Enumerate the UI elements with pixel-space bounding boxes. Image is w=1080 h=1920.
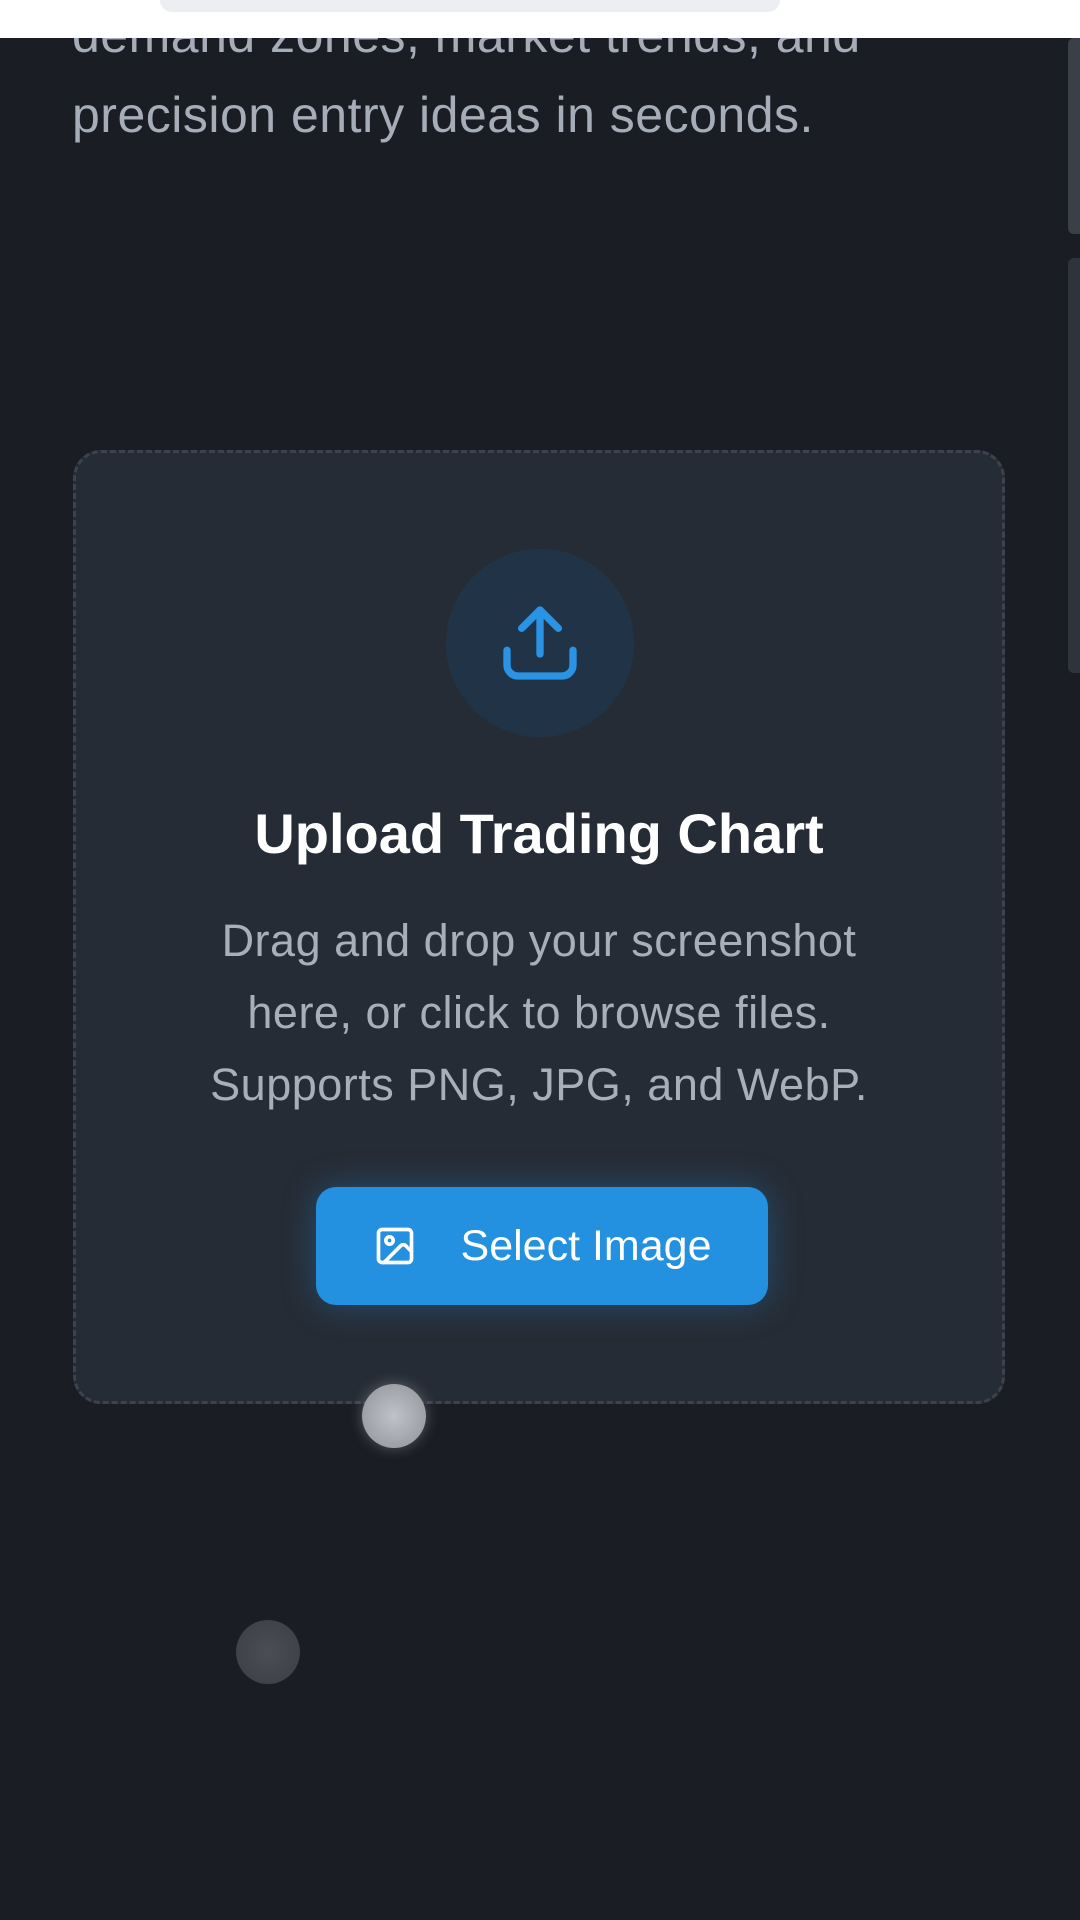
upload-title: Upload Trading Chart: [254, 802, 824, 865]
upload-description-line: Drag and drop your screenshot: [221, 915, 857, 966]
upload-icon: [446, 549, 634, 737]
touch-indicator: [362, 1384, 426, 1448]
touch-indicator-faded: [236, 1620, 300, 1684]
browser-top-bar: [0, 0, 1080, 38]
address-bar-edge: [160, 0, 780, 12]
select-image-button[interactable]: Select Image: [316, 1187, 768, 1305]
image-icon: [376, 1227, 413, 1265]
upload-dropzone[interactable]: Upload Trading Chart Drag and drop your …: [73, 450, 1005, 1404]
intro-text-line: precision entry ideas in seconds.: [72, 87, 814, 143]
upload-description: Drag and drop your screenshot here, or c…: [76, 905, 1002, 1121]
scrollbar-thumb[interactable]: [1068, 38, 1080, 234]
upload-description-line: Supports PNG, JPG, and WebP.: [210, 1059, 868, 1110]
select-image-label: Select Image: [460, 1221, 712, 1270]
upload-description-line: here, or click to browse files.: [247, 987, 831, 1038]
scrollbar-thumb-secondary[interactable]: [1068, 258, 1080, 673]
